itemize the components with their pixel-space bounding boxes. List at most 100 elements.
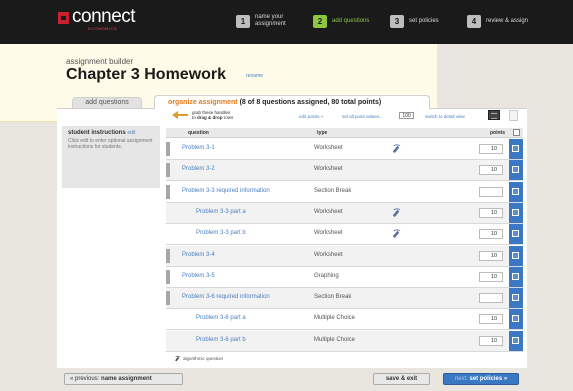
drag-handle[interactable]: [166, 291, 170, 306]
table-row[interactable]: Problem 3-6 required information Section …: [166, 288, 523, 310]
question-link[interactable]: Problem 3-4: [182, 252, 215, 258]
table-row[interactable]: Problem 3-2 Worksheet 10: [166, 160, 523, 182]
drag-hint-line2-post: rows: [222, 115, 234, 120]
tab-add-questions[interactable]: add questions: [72, 97, 142, 108]
question-link[interactable]: Problem 3-6 part a: [196, 315, 246, 321]
previous-button[interactable]: « previous: name assignment: [64, 373, 183, 385]
points-input[interactable]: 10: [479, 335, 503, 346]
drag-handle[interactable]: [166, 269, 170, 284]
row-checkbox[interactable]: [512, 251, 519, 259]
points-input[interactable]: 10: [479, 165, 503, 176]
table-header: question type points: [166, 128, 523, 138]
wizard-step-2[interactable]: 2 add questions: [313, 14, 376, 28]
question-link[interactable]: Problem 3-1: [182, 145, 215, 151]
student-instructions-box: student instructions edit Click edit to …: [62, 126, 160, 188]
table-row[interactable]: Problem 3-4 Worksheet 10: [166, 245, 523, 267]
row-checkbox[interactable]: [512, 208, 519, 216]
question-link[interactable]: Problem 3-5: [182, 273, 215, 279]
points-input[interactable]: [479, 186, 503, 197]
row-checkbox[interactable]: [512, 230, 519, 238]
drag-handle[interactable]: [166, 248, 170, 263]
question-link[interactable]: Problem 3-2: [182, 166, 215, 172]
next-button[interactable]: next: set policies »: [443, 373, 519, 385]
switch-view-link[interactable]: switch to detail view: [425, 114, 465, 119]
row-select-column: [509, 245, 523, 266]
table-row[interactable]: Problem 3-3 part a Worksheet 10: [166, 202, 523, 224]
question-link[interactable]: Problem 3-6 part b: [196, 337, 246, 343]
points-input[interactable]: [479, 293, 503, 304]
instructions-text: Click edit to enter optional assignment …: [68, 138, 153, 150]
row-select-column: [509, 266, 523, 287]
table-row[interactable]: Problem 3-6 part b Multiple Choice 10: [166, 330, 523, 352]
row-checkbox[interactable]: [512, 187, 519, 195]
question-type: Multiple Choice: [314, 336, 356, 343]
step-number: 4: [467, 14, 481, 28]
algorithmic-icon: [391, 207, 402, 218]
question-type: Worksheet: [314, 166, 343, 173]
step-label: set policies: [409, 17, 439, 24]
question-type: Worksheet: [314, 208, 343, 215]
algorithmic-icon: [391, 228, 402, 239]
question-type: Worksheet: [314, 251, 343, 258]
question-link[interactable]: Problem 3-3 part b: [196, 230, 246, 236]
question-type: Worksheet: [314, 145, 343, 151]
row-checkbox[interactable]: [512, 336, 519, 344]
points-input[interactable]: 10: [479, 207, 503, 218]
points-input[interactable]: 10: [479, 229, 503, 240]
row-checkbox[interactable]: [512, 272, 519, 280]
table-row[interactable]: Problem 3-6 part a Multiple Choice 10: [166, 309, 523, 331]
arrow-left-icon: [172, 111, 188, 119]
row-checkbox[interactable]: [512, 166, 519, 174]
drag-hint: grab these handles to drag & drop rows: [172, 110, 233, 120]
connect-logo[interactable]: connect ECONOMICS: [58, 7, 136, 31]
wizard-step-3[interactable]: 3 set policies: [390, 14, 453, 28]
table-row[interactable]: Problem 3-1 Worksheet 10: [166, 139, 523, 160]
wizard-step-1[interactable]: 1 name your assignment: [236, 14, 299, 28]
row-checkbox[interactable]: [512, 294, 519, 302]
row-select-column: [509, 288, 523, 309]
points-input[interactable]: 10: [479, 250, 503, 261]
row-select-column: [509, 309, 523, 330]
row-checkbox[interactable]: [512, 145, 519, 152]
next-button-pre: next:: [454, 376, 470, 382]
row-select-column: [509, 181, 523, 202]
detail-view-icon[interactable]: [488, 110, 500, 120]
row-checkbox[interactable]: [512, 315, 519, 323]
row-select-column: [509, 224, 523, 245]
question-link[interactable]: Problem 3-3 required information: [182, 188, 270, 194]
legend-text: algorithmic question: [183, 356, 224, 361]
points-input[interactable]: 10: [479, 271, 503, 282]
trash-icon[interactable]: [509, 110, 518, 121]
step-label: review & assign: [486, 17, 529, 24]
page-title: Chapter 3 Homework: [66, 66, 227, 83]
instructions-title: student instructions edit: [68, 130, 154, 136]
step-number: 1: [236, 14, 250, 28]
edit-points-link[interactable]: edit points »: [299, 114, 323, 119]
previous-button-pre: « previous:: [70, 376, 102, 382]
rename-link[interactable]: rename: [246, 73, 263, 79]
wizard-step-4[interactable]: 4 review & assign: [467, 14, 530, 28]
step-number: 3: [390, 14, 404, 28]
set-all-points-link[interactable]: set all point values...: [342, 114, 383, 119]
points-input[interactable]: 10: [479, 314, 503, 325]
save-exit-button[interactable]: save & exit: [373, 373, 430, 385]
wizard-steps: 1 name your assignment 2 add questions 3 set …: [236, 14, 530, 28]
points-input[interactable]: 10: [479, 144, 503, 154]
select-all-checkbox[interactable]: [513, 129, 520, 136]
drag-handle[interactable]: [166, 163, 170, 178]
table-row[interactable]: Problem 3-3 required information Section …: [166, 181, 523, 203]
row-select-column: [509, 330, 523, 351]
question-link[interactable]: Problem 3-6 required information: [182, 294, 270, 300]
legend: algorithmic question: [174, 355, 223, 362]
question-type: Graphing: [314, 272, 339, 279]
drag-handle[interactable]: [166, 184, 170, 199]
tab-organize-assignment[interactable]: organize assignment (8 of 8 questions as…: [154, 95, 430, 109]
question-link[interactable]: Problem 3-3 part a: [196, 209, 246, 215]
instructions-edit-link[interactable]: edit: [127, 130, 135, 136]
logo-mark-icon: [58, 12, 69, 24]
set-all-points-input[interactable]: 100: [399, 112, 414, 119]
table-row[interactable]: Problem 3-3 part b Worksheet 10: [166, 224, 523, 246]
row-select-column: [509, 160, 523, 181]
drag-handle[interactable]: [166, 142, 170, 156]
table-row[interactable]: Problem 3-5 Graphing 10: [166, 266, 523, 288]
